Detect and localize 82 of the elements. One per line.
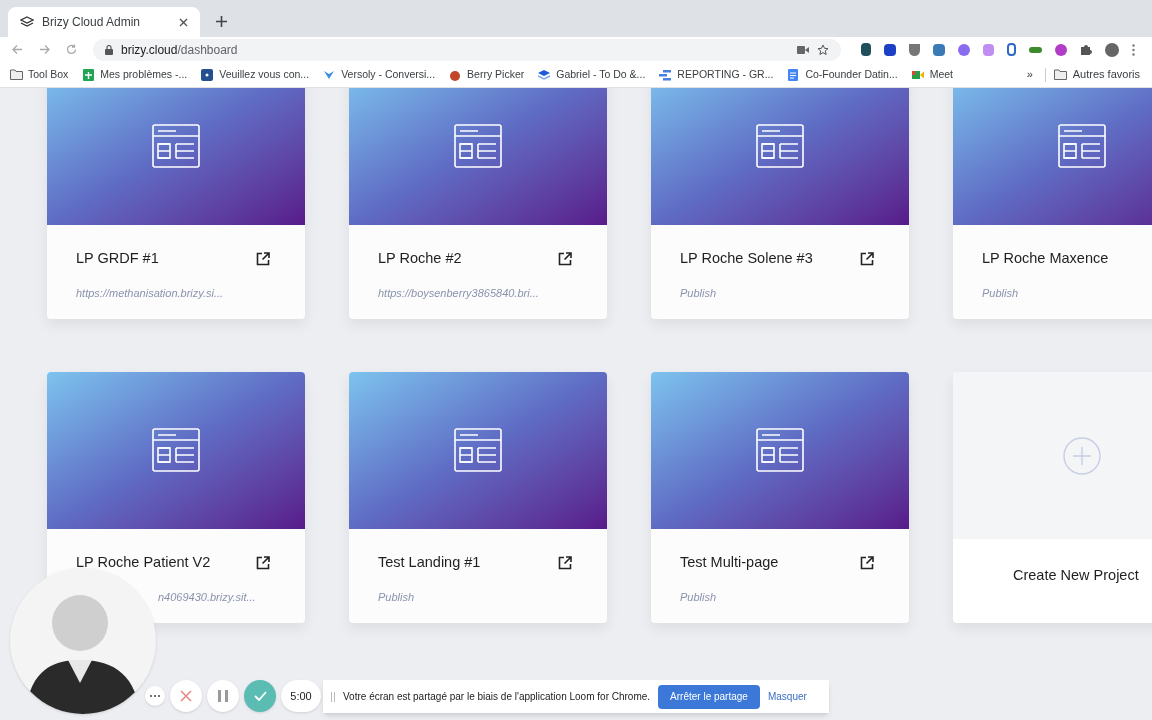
- bookmark[interactable]: Meet: [911, 66, 953, 83]
- close-icon[interactable]: [179, 17, 188, 27]
- webpage-icon: [454, 427, 502, 472]
- profile-avatar[interactable]: [1105, 42, 1119, 57]
- bookmark[interactable]: Tool Box: [10, 66, 69, 83]
- puzzle-icon[interactable]: [1080, 43, 1092, 56]
- video-icon: [911, 68, 925, 81]
- webpage-icon: [152, 427, 200, 472]
- webpage-icon: [152, 123, 200, 168]
- timer: 5:00: [281, 680, 321, 712]
- project-title: LP GRDF #1: [76, 249, 159, 268]
- webpage-icon: [454, 123, 502, 168]
- check-icon: [253, 691, 267, 701]
- close-icon: [180, 690, 192, 702]
- more-button[interactable]: [145, 686, 165, 706]
- hide-link[interactable]: Masquer: [767, 689, 807, 704]
- external-link-icon[interactable]: [860, 251, 874, 266]
- plus-icon: [1063, 436, 1101, 475]
- bookmark[interactable]: Versoly - Conversi...: [323, 66, 436, 83]
- project-card[interactable]: LP Roche Patient V2 n4069430.brizy.sit...: [47, 372, 305, 623]
- external-link-icon[interactable]: [256, 555, 270, 570]
- chevron-icon: [323, 68, 337, 81]
- create-project-label: Create New Project: [1012, 566, 1140, 585]
- bookmark[interactable]: Co-Founder Datin...: [787, 66, 898, 83]
- webpage-icon: [756, 427, 804, 472]
- external-link-icon[interactable]: [256, 251, 270, 266]
- extension-icon[interactable]: [1029, 46, 1042, 53]
- layers-icon: [20, 16, 34, 28]
- tab-title: Brizy Cloud Admin: [42, 14, 142, 31]
- project-card[interactable]: Test Multi-page Publish: [651, 372, 909, 623]
- bookmark-folder[interactable]: Autres favoris: [1053, 66, 1140, 83]
- address-bar[interactable]: brizy.cloud/dashboard: [93, 38, 841, 61]
- create-project-card[interactable]: Create New Project: [953, 372, 1152, 623]
- project-card[interactable]: LP Roche #2 https://boysenberry3865840.bri...: [349, 88, 607, 319]
- external-link-icon[interactable]: [558, 555, 572, 570]
- extension-icon[interactable]: [1055, 43, 1067, 56]
- project-title: Test Landing #1: [378, 553, 481, 572]
- project-card[interactable]: LP Roche Maxence Publish: [953, 88, 1152, 319]
- bookmark[interactable]: Berry Picker: [449, 66, 525, 83]
- stop-sharing-button[interactable]: Arrêter le partage: [658, 684, 760, 709]
- browser-tab[interactable]: Brizy Cloud Admin: [8, 7, 200, 37]
- grip-icon: [331, 691, 335, 702]
- extension-icon[interactable]: [861, 43, 871, 56]
- bookmark[interactable]: Mes problèmes -...: [82, 66, 188, 83]
- signal-icon: [201, 68, 215, 81]
- new-tab-icon[interactable]: [216, 16, 227, 27]
- extension-icon[interactable]: [958, 43, 970, 56]
- project-title: Test Multi-page: [680, 553, 779, 572]
- project-title: LP Roche Patient V2: [76, 553, 211, 572]
- sheet-icon: [82, 68, 96, 81]
- berry-icon: [449, 68, 463, 81]
- project-card[interactable]: LP Roche Solene #3 Publish: [651, 88, 909, 319]
- document-icon: [787, 68, 801, 81]
- lock-icon: [105, 44, 113, 55]
- banner-message: Votre écran est partagé par le biais de l'application Loom for Chrome.: [343, 690, 651, 704]
- project-title: LP Roche Solene #3: [680, 249, 813, 268]
- bookmark[interactable]: Veuillez vous con...: [201, 66, 310, 83]
- project-title: LP Roche Maxence: [982, 249, 1109, 268]
- external-link-icon[interactable]: [860, 555, 874, 570]
- bars-icon: [659, 68, 673, 81]
- menu-icon[interactable]: [1132, 43, 1135, 56]
- webpage-icon: [1058, 123, 1106, 168]
- extension-icon[interactable]: [1007, 43, 1016, 56]
- extension-icon[interactable]: [909, 43, 920, 56]
- pause-button[interactable]: [207, 680, 239, 712]
- pause-icon: [217, 690, 229, 702]
- bookmark[interactable]: Gabriel - To Do &...: [538, 66, 646, 83]
- external-link-icon[interactable]: [558, 251, 572, 266]
- layers-icon: [538, 68, 552, 81]
- more-bookmarks-button[interactable]: »: [1026, 66, 1033, 83]
- project-card[interactable]: LP GRDF #1 https://methanisation.brizy.si...: [47, 88, 305, 319]
- camera-icon[interactable]: [797, 45, 809, 54]
- extension-icon[interactable]: [933, 43, 945, 56]
- star-icon[interactable]: [817, 43, 829, 56]
- webpage-icon: [756, 123, 804, 168]
- url-text: brizy.cloud/dashboard: [121, 41, 239, 59]
- project-title: LP Roche #2: [378, 249, 462, 268]
- project-card[interactable]: Test Landing #1 Publish: [349, 372, 607, 623]
- folder-icon: [10, 68, 23, 81]
- extension-icon[interactable]: [884, 43, 896, 56]
- bookmark[interactable]: REPORTING - GR...: [659, 66, 774, 83]
- folder-icon: [1053, 69, 1067, 80]
